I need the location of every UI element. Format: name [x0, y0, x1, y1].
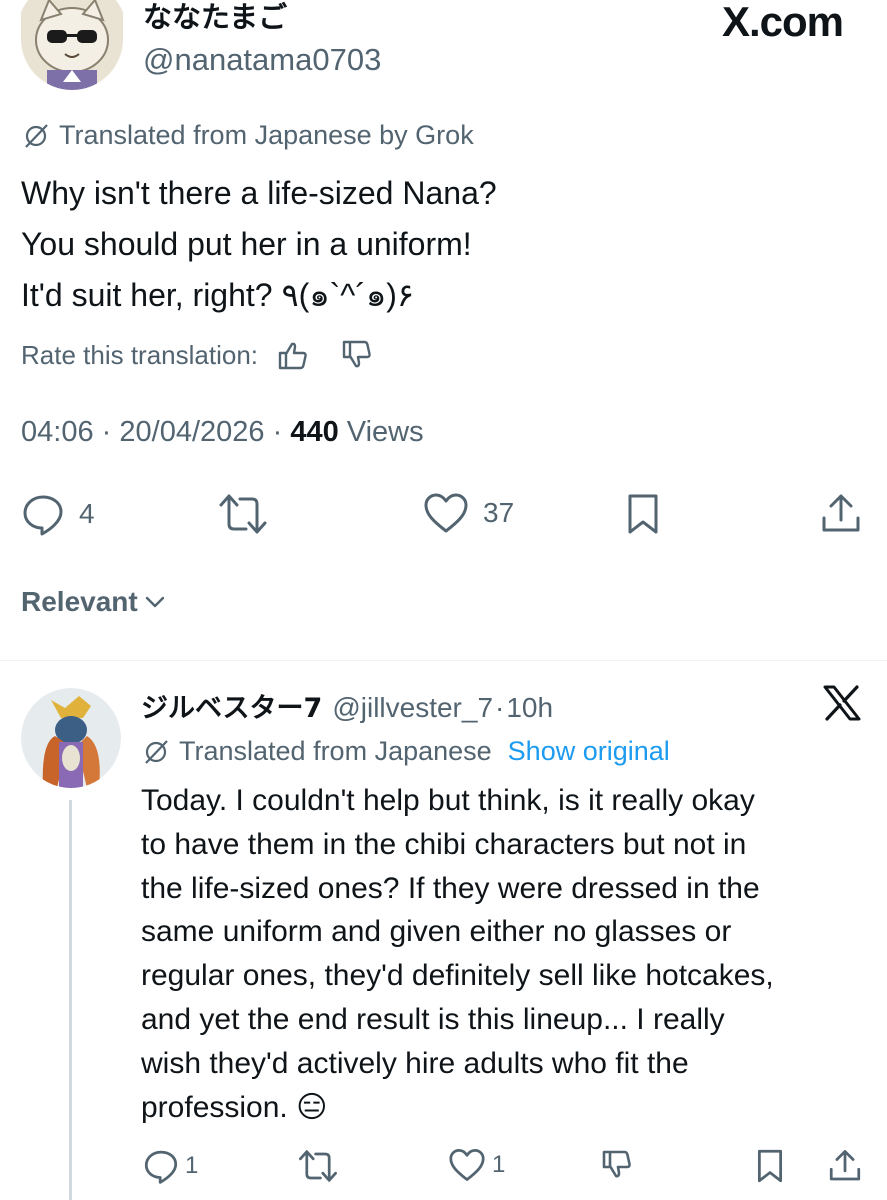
rate-label: Rate this translation: [21, 339, 259, 370]
expressionless-face-icon: 😑 [296, 1090, 328, 1124]
reply-reply-button[interactable]: 1 [143, 1148, 198, 1184]
bookmark-button[interactable] [626, 492, 660, 536]
heart-icon [449, 1149, 485, 1181]
reply-translation-notice: Translated from Japanese Show original [141, 736, 670, 767]
reply-button[interactable]: 4 [21, 492, 95, 536]
translate-icon [25, 123, 48, 148]
thumbs-down-icon [602, 1150, 631, 1178]
reply-separator: · [495, 692, 505, 723]
reply-text-line: Today. I couldn't help but think, is it … [141, 784, 755, 817]
reply-header: ジルベスター7 @jillvester_7 · 10h [141, 686, 553, 725]
reply-text-line: profession. [141, 1090, 288, 1124]
reply-like-count: 1 [492, 1151, 506, 1178]
thumbs-up-icon[interactable] [276, 338, 310, 372]
reply-avatar[interactable] [21, 688, 121, 788]
reply-text: Today. I couldn't help but think, is it … [141, 779, 871, 1129]
tweet-text-line: It'd suit her, right? ٩(๑`^´๑)۶ [21, 277, 415, 313]
reply-text-line: regular ones, they'd definitely sell lik… [141, 959, 774, 993]
reply-text-line: wish they'd actively hire adults who fit… [141, 1046, 689, 1080]
reply-icon [144, 1150, 178, 1184]
tweet-text: Why isn't there a life-sized Nana? You s… [21, 168, 497, 321]
tweet-meta: 04:06 · 20/04/2026 · 440 Views [21, 416, 424, 449]
translate-icon [145, 739, 168, 764]
retweet-button[interactable] [218, 492, 282, 536]
reply-count: 4 [79, 498, 95, 529]
brand-logo: X.com [721, 0, 844, 45]
thumbs-down-icon[interactable] [340, 338, 374, 372]
reply-icon [23, 495, 63, 536]
translation-notice: Translated from Japanese by Grok [21, 120, 474, 151]
reply-share-button[interactable] [828, 1148, 862, 1184]
heart-icon [424, 493, 468, 533]
tweet-date[interactable]: 20/04/2026 [119, 416, 264, 448]
bookmark-icon [757, 1149, 783, 1183]
reply-time[interactable]: 10h [506, 692, 553, 724]
reply-thumbs-down-button[interactable] [600, 1148, 634, 1182]
divider [0, 660, 887, 661]
reply-text-line: and yet the end result is this lineup...… [141, 1002, 725, 1036]
x-logo-icon [823, 685, 861, 721]
share-button[interactable] [820, 492, 862, 536]
reply-text-line: the life-sized ones? If they were dresse… [141, 871, 760, 905]
tweet-text-line: Why isn't there a life-sized Nana? [21, 175, 497, 211]
reply-action-bar: 1 1 [0, 1146, 887, 1186]
chevron-down-icon [145, 596, 164, 608]
reply-author-name[interactable]: ジルベスター7 [141, 686, 322, 725]
meta-separator: · [101, 416, 112, 448]
tweet-author[interactable]: ななたまご @nanatama0703 [143, 0, 381, 78]
views-count: 440 [290, 416, 339, 448]
like-button[interactable]: 37 [423, 492, 514, 534]
reply-like-button[interactable]: 1 [448, 1148, 505, 1182]
share-icon [829, 1150, 861, 1181]
bookmark-icon [628, 494, 658, 534]
reply-author-handle[interactable]: @jillvester_7 [332, 692, 493, 724]
meta-separator: · [272, 416, 283, 448]
thread-line [69, 800, 72, 1200]
tweet-time[interactable]: 04:06 [21, 416, 94, 448]
rate-translation: Rate this translation: [21, 338, 374, 372]
share-icon [822, 494, 860, 532]
like-count: 37 [483, 497, 515, 528]
cat-avatar-icon [21, 0, 123, 90]
reply-text-line: to have them in the chibi characters but… [141, 827, 747, 861]
reply-bookmark-button[interactable] [756, 1148, 784, 1184]
reply-retweet-button[interactable] [298, 1148, 344, 1184]
character-avatar-icon [21, 688, 121, 788]
tweet-text-line: You should put her in a uniform! [21, 226, 472, 262]
avatar[interactable] [21, 0, 123, 90]
retweet-icon [219, 494, 267, 534]
author-name[interactable]: ななたまご [143, 0, 381, 34]
author-handle[interactable]: @nanatama0703 [143, 42, 381, 78]
show-original-link[interactable]: Show original [508, 736, 670, 767]
sort-label: Relevant [21, 586, 138, 617]
reply-text-line: same uniform and given either no glasses… [141, 915, 732, 949]
translation-label: Translated from Japanese by Grok [59, 120, 474, 150]
reply-text-last-line: profession. 😑 [141, 1086, 871, 1130]
retweet-icon [299, 1150, 337, 1182]
tweet-action-bar: 4 37 [0, 488, 887, 538]
reply-translation-label: Translated from Japanese [179, 736, 492, 766]
reply-reply-count: 1 [185, 1152, 199, 1179]
reply-sort-dropdown[interactable]: Relevant [21, 586, 166, 618]
views-label: Views [346, 416, 424, 448]
